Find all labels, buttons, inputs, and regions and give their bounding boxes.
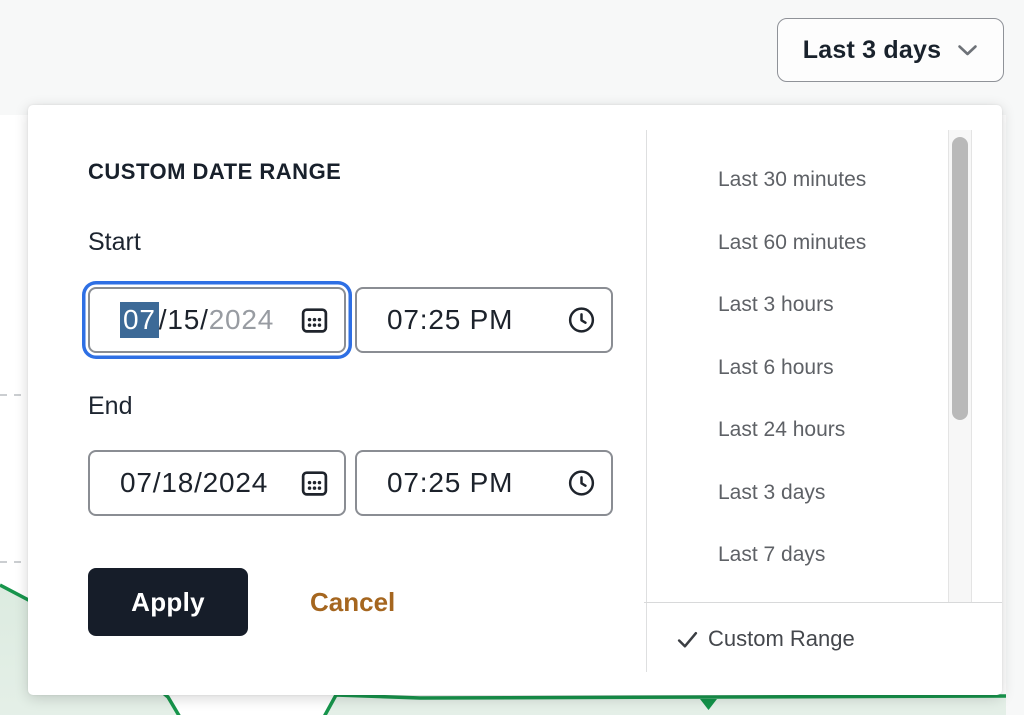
- date-separator: /: [200, 304, 209, 335]
- end-time-value: 07:25 PM: [387, 467, 514, 498]
- custom-range-label: Custom Range: [708, 626, 855, 651]
- end-label: End: [88, 392, 133, 420]
- cancel-button[interactable]: Cancel: [310, 587, 395, 618]
- preset-list-scrollbar-track[interactable]: [948, 130, 972, 602]
- preset-item-last-6-hours[interactable]: Last 6 hours: [647, 337, 947, 400]
- horizontal-divider: [644, 602, 1002, 603]
- date-separator: /: [158, 304, 168, 335]
- start-time-value: 07:25 PM: [387, 304, 514, 335]
- start-time-input[interactable]: 07:25 PM: [355, 287, 613, 353]
- start-date-year-segment[interactable]: 2024: [209, 304, 275, 336]
- end-date-value: 07/18/2024: [120, 467, 269, 498]
- preset-item-last-60-minutes[interactable]: Last 60 minutes: [647, 212, 947, 275]
- start-date-day-segment[interactable]: 15: [167, 304, 200, 336]
- start-date-month-segment-selected[interactable]: 07: [120, 302, 159, 338]
- preset-item-custom-range-selected[interactable]: Custom Range: [646, 608, 1002, 670]
- preset-item-last-24-hours[interactable]: Last 24 hours: [647, 399, 947, 462]
- preset-list-scrollbar-thumb[interactable]: [952, 137, 968, 420]
- calendar-icon[interactable]: [299, 305, 330, 336]
- start-date-input[interactable]: 07/15/2024: [88, 287, 346, 353]
- end-date-input[interactable]: 07/18/2024: [88, 450, 346, 516]
- chevron-down-icon: [957, 44, 978, 57]
- start-label: Start: [88, 228, 141, 256]
- preset-item-last-3-days[interactable]: Last 3 days: [647, 462, 947, 525]
- apply-button[interactable]: Apply: [88, 568, 248, 636]
- preset-item-last-3-hours[interactable]: Last 3 hours: [647, 274, 947, 337]
- time-range-label: Last 3 days: [802, 35, 942, 64]
- preset-item-last-7-days[interactable]: Last 7 days: [647, 524, 947, 587]
- time-range-popover: CUSTOM DATE RANGE Start 07/15/2024 07:25…: [28, 105, 1002, 695]
- clock-icon[interactable]: [566, 305, 597, 336]
- check-icon: [676, 628, 699, 651]
- custom-date-range-heading: CUSTOM DATE RANGE: [88, 159, 342, 184]
- end-time-input[interactable]: 07:25 PM: [355, 450, 613, 516]
- preset-item-last-30-minutes[interactable]: Last 30 minutes: [647, 149, 947, 212]
- time-range-picker-button[interactable]: Last 3 days: [777, 18, 1004, 82]
- preset-list: Last 30 minutes Last 60 minutes Last 3 h…: [647, 149, 947, 587]
- calendar-icon[interactable]: [299, 468, 330, 499]
- clock-icon[interactable]: [566, 468, 597, 499]
